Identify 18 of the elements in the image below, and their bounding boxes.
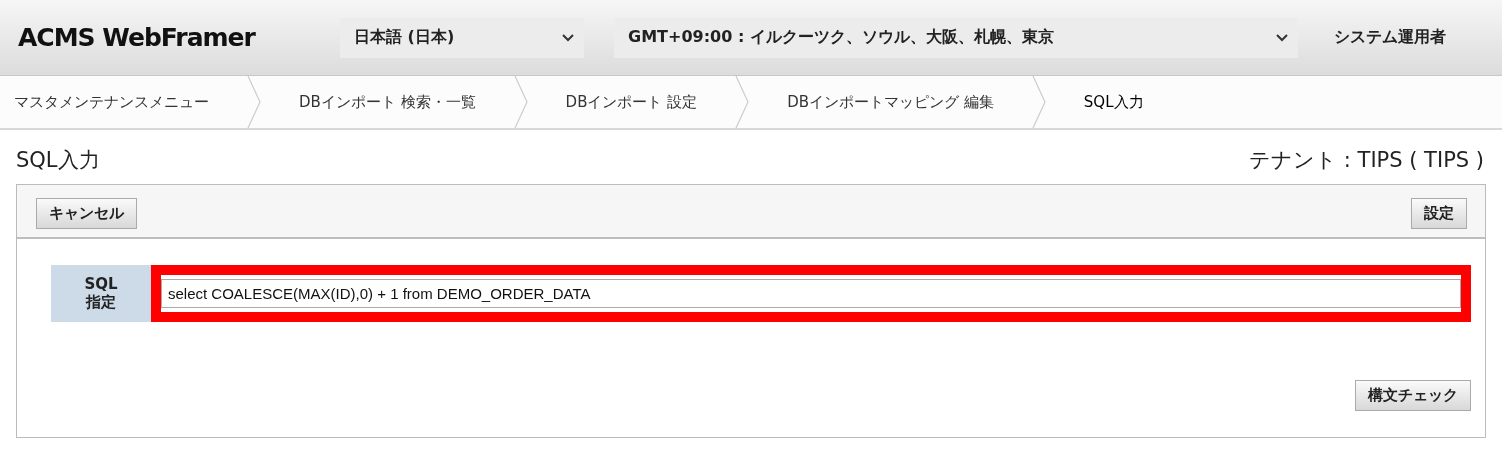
logo: ACMS WebFramer <box>17 23 257 52</box>
settings-button[interactable]: 設定 <box>1411 198 1467 229</box>
cancel-button[interactable]: キャンセル <box>36 198 137 229</box>
tenant-label: テナント : TIPS ( TIPS ) <box>1249 147 1484 174</box>
page-title: SQL入力 <box>16 147 100 174</box>
language-select[interactable]: 日本語 (日本) <box>340 17 584 58</box>
breadcrumb-link[interactable]: DBインポートマッピング 編集 <box>749 92 1032 112</box>
chevron-down-icon <box>1276 33 1288 42</box>
breadcrumb-link[interactable]: DBインポート 設定 <box>527 92 736 112</box>
chevron-down-icon <box>562 33 574 42</box>
current-breadcrumb: SQL入力 <box>1082 92 1145 112</box>
field-label: SQL 指定 <box>51 265 151 322</box>
user-name[interactable]: システム運用者 <box>1334 27 1446 48</box>
breadcrumb-link[interactable]: マスタメンテナンスメニュー <box>0 92 247 112</box>
timezone-select[interactable]: GMT+09:00 : イルクーツク、ソウル、大阪、札幌、東京 <box>614 17 1298 58</box>
syntax-check-button[interactable]: 構文チェック <box>1355 380 1471 411</box>
breadcrumb-link[interactable]: DBインポート 検索・一覧 <box>261 92 514 112</box>
sql-input-field[interactable]: select COALESCE(MAX(ID),0) + 1 from DEMO_ORDER_DATA <box>161 279 1461 308</box>
